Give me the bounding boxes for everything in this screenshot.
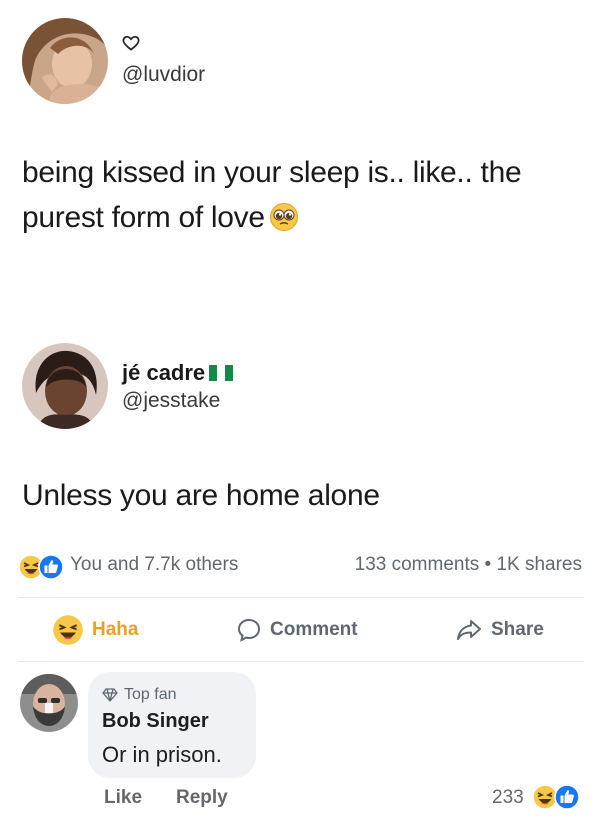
tweet1-text: being kissed in your sleep is.. like.. t… [22,150,592,240]
divider [18,597,584,598]
haha-icon [53,615,83,645]
comment-reply-button[interactable]: Reply [176,787,228,809]
commenter-avatar[interactable] [20,674,78,732]
comment-reaction-icons[interactable] [532,784,584,810]
comment-bubble: Top fan Bob Singer Or in prison. [88,672,256,778]
comment-like-button[interactable]: Like [104,787,142,809]
comment-reaction-count[interactable]: 233 [492,787,524,809]
nigeria-flag-icon [209,365,234,381]
tweet1-handle[interactable]: @luvdior [122,63,205,87]
share-label: Share [491,619,544,640]
like-reaction-icon [38,554,64,580]
haha-button[interactable]: Haha [52,613,138,647]
comment-text: Or in prison. [102,742,222,767]
tweet2-handle[interactable]: @jesstake [122,389,220,413]
tweet2-display-name[interactable]: jé cadre [122,360,205,385]
tweet2-text: Unless you are home alone [22,479,380,512]
top-fan-label: Top fan [124,686,177,703]
share-button[interactable]: Share [455,613,544,647]
tweet2-name-row: jé cadre [122,360,234,386]
pleading-face-emoji [269,203,298,231]
haha-label: Haha [92,619,139,640]
luvdior-avatar[interactable] [22,18,108,104]
heart-icon[interactable] [122,35,140,51]
share-icon [457,620,481,640]
comment-icon [237,618,261,642]
reactions-summary[interactable]: You and 7.7k others 133 comments • 1K sh… [18,552,584,580]
diamond-icon [102,688,118,702]
like-reaction-icon [554,784,580,810]
comment-button[interactable]: Comment [236,613,358,647]
commenter-name[interactable]: Bob Singer [102,710,209,733]
reactions-count-text[interactable]: You and 7.7k others [70,554,238,576]
reaction-icons [18,554,68,580]
top-fan-badge: Top fan [102,686,176,704]
comment-label: Comment [270,619,358,640]
jesstake-avatar[interactable] [22,343,108,429]
divider [18,661,584,662]
comments-shares-stats[interactable]: 133 comments • 1K shares [355,554,582,576]
